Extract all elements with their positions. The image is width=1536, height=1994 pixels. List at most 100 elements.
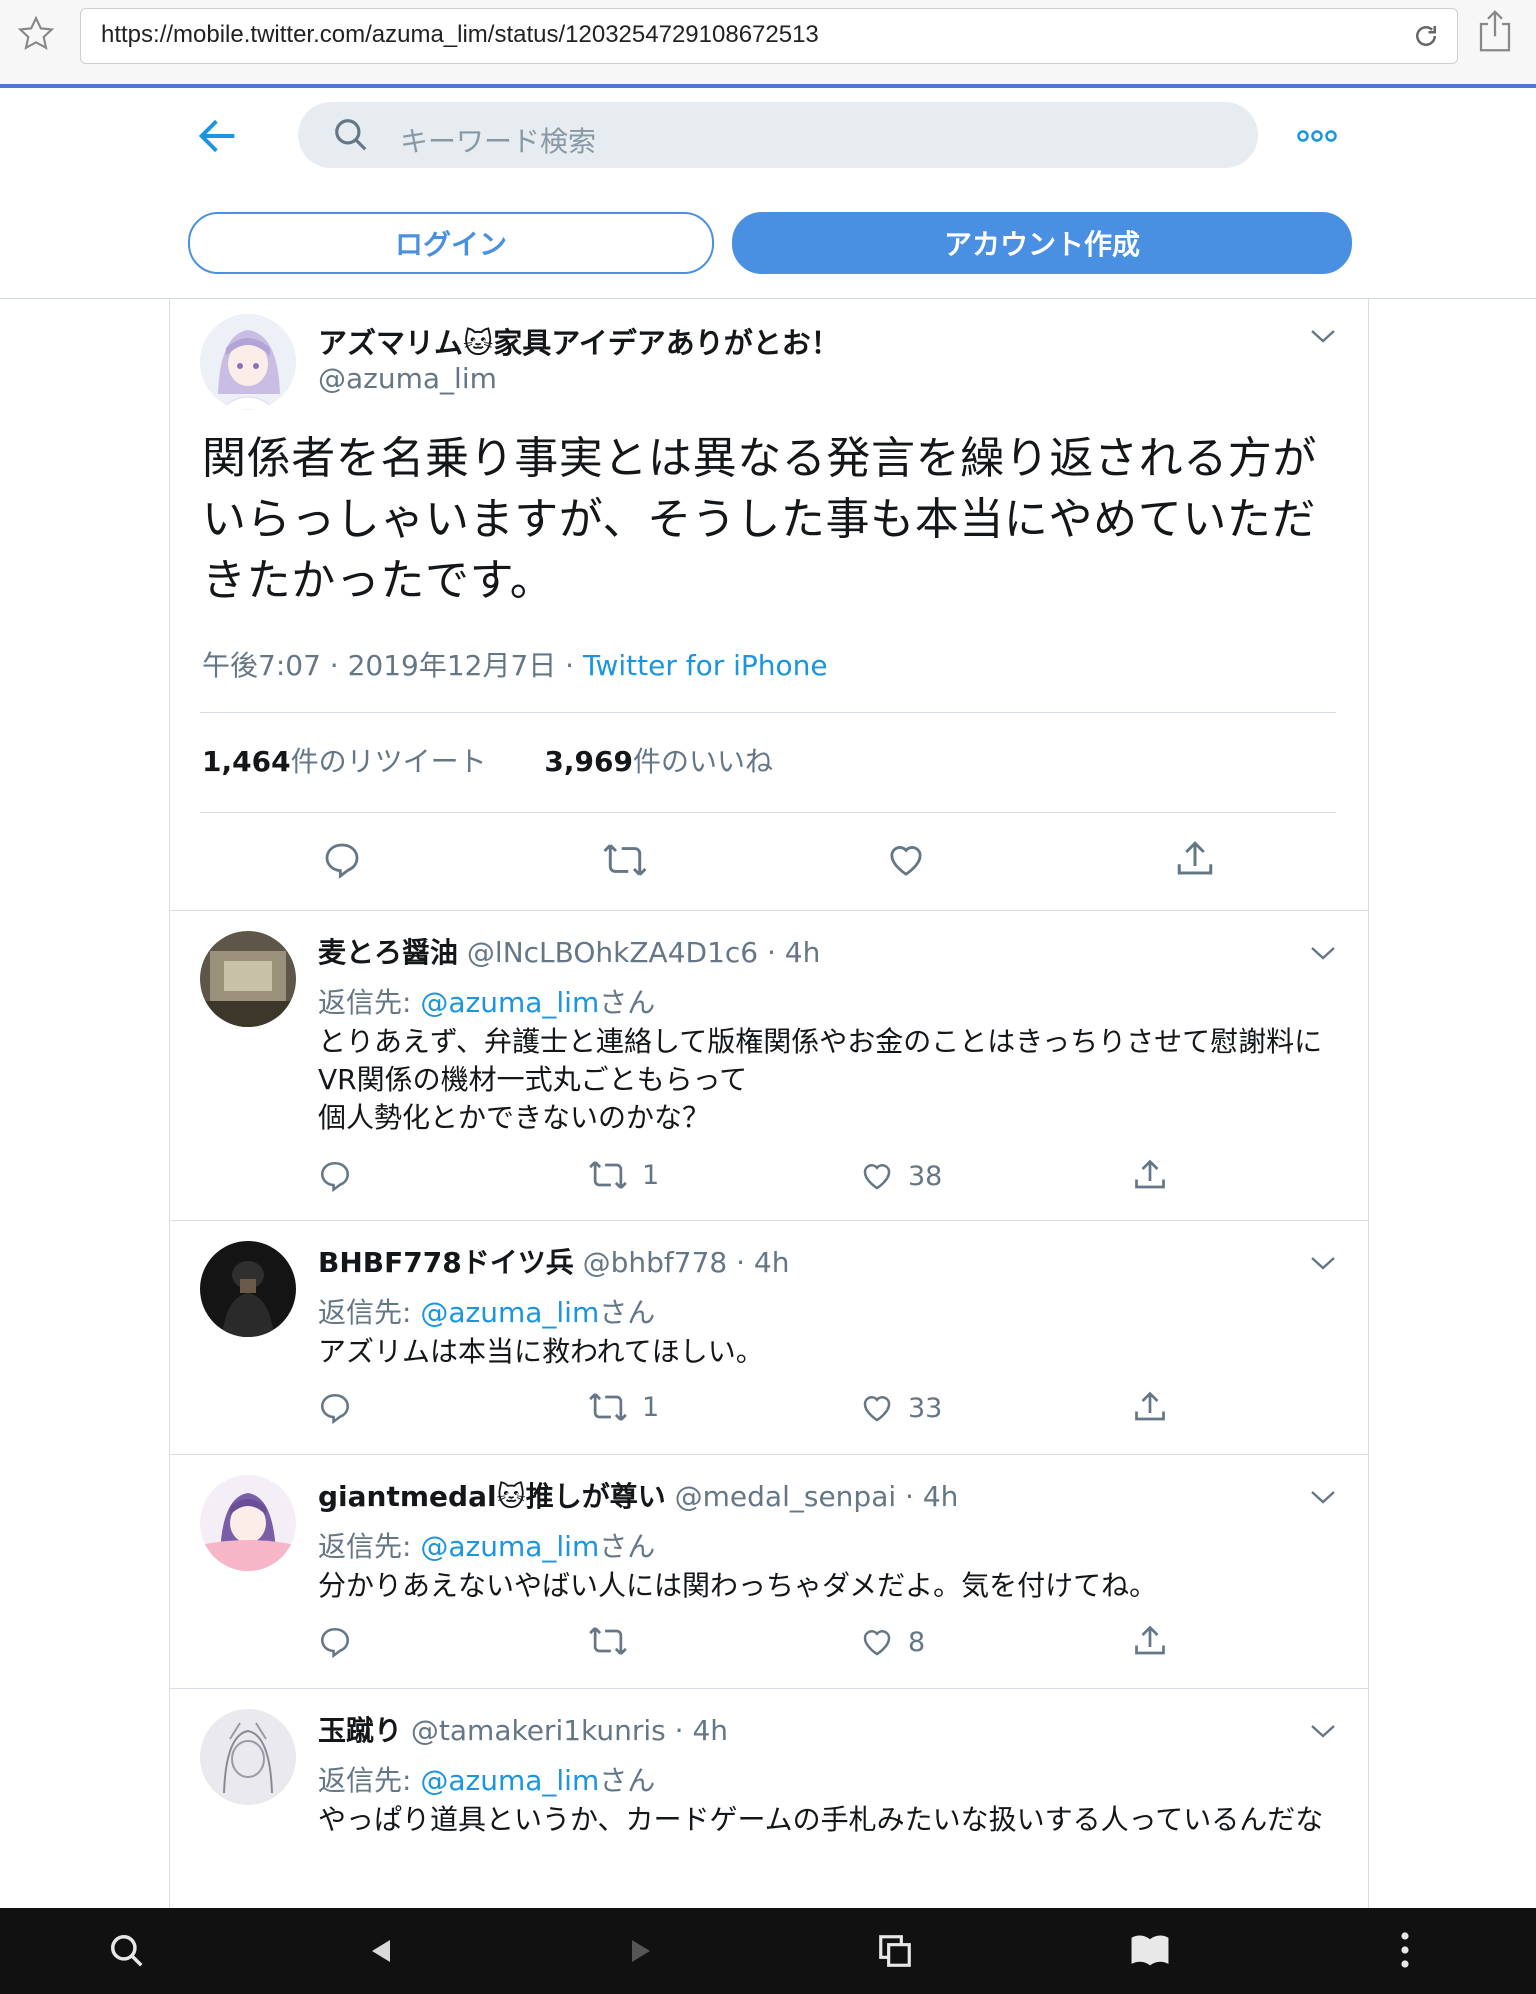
reply-avatar[interactable]: [200, 1241, 296, 1337]
forward-icon[interactable]: [628, 1938, 654, 1964]
browser-bottom-toolbar: [0, 1908, 1536, 1994]
tweet-meta: 午後7:07 · 2019年12月7日 · Twitter for iPhone: [202, 644, 828, 684]
retweet-action[interactable]: [588, 1625, 642, 1657]
retweet-icon: [588, 1159, 628, 1191]
reply-author-name[interactable]: giantmedal🐱推しが尊い: [318, 1480, 666, 1513]
retweet-icon[interactable]: [602, 842, 648, 878]
reply-time[interactable]: · 4h: [758, 936, 820, 969]
retweet-stat[interactable]: 1,464件のリツイート: [202, 745, 487, 778]
retweet-count: 1: [642, 1391, 660, 1423]
address-bar[interactable]: https://mobile.twitter.com/azuma_lim/sta…: [80, 8, 1458, 64]
like-action[interactable]: 8: [860, 1625, 925, 1659]
chevron-down-icon[interactable]: [1310, 1255, 1336, 1271]
back-icon[interactable]: [368, 1938, 394, 1964]
twitter-header: キーワード検索 ログイン アカウント作成: [0, 88, 1536, 299]
tweet-source[interactable]: Twitter for iPhone: [583, 649, 828, 682]
like-action[interactable]: 38: [860, 1159, 942, 1193]
reply-time[interactable]: · 4h: [666, 1714, 728, 1747]
share-tweet-icon[interactable]: [1174, 838, 1216, 880]
like-action[interactable]: 33: [860, 1391, 942, 1425]
divider: [200, 812, 1336, 813]
tweet-timestamp[interactable]: 午後7:07 · 2019年12月7日 ·: [202, 649, 583, 682]
reply-author-handle[interactable]: @tamakeri1kunris: [411, 1714, 666, 1747]
reply-to-suffix: さん: [599, 1296, 656, 1329]
timeline-column: アズマリム🐱家具アイデアありがとお！ @azuma_lim 関係者を名乗り事実と…: [169, 298, 1369, 1908]
tabs-icon[interactable]: [876, 1932, 914, 1970]
search-icon[interactable]: [108, 1932, 146, 1970]
chevron-down-icon[interactable]: [1310, 1489, 1336, 1505]
more-options-icon[interactable]: [1296, 128, 1338, 144]
share-tweet-icon: [1132, 1389, 1168, 1425]
reply-author-handle[interactable]: @medal_senpai: [675, 1480, 896, 1513]
reply-icon[interactable]: [322, 840, 362, 880]
tweet-stats: 1,464件のリツイート 3,969件のいいね: [202, 740, 773, 780]
reply-tweet[interactable]: 玉蹴り @tamakeri1kunris · 4h 返信先: @azuma_li…: [170, 1688, 1368, 1909]
retweet-action[interactable]: 1: [588, 1159, 659, 1191]
like-count: 3,969: [544, 745, 633, 778]
share-icon[interactable]: [1474, 8, 1516, 54]
reply-header: giantmedal🐱推しが尊い @medal_senpai · 4h: [318, 1475, 958, 1515]
reply-to-handle[interactable]: @azuma_lim: [420, 1764, 599, 1797]
reply-author-handle[interactable]: @bhbf778: [583, 1246, 728, 1279]
retweet-action[interactable]: 1: [588, 1391, 659, 1423]
login-button[interactable]: ログイン: [188, 212, 714, 274]
browser-toolbar: https://mobile.twitter.com/azuma_lim/sta…: [0, 0, 1536, 88]
chevron-down-icon[interactable]: [1310, 1723, 1336, 1739]
author-handle[interactable]: @azuma_lim: [318, 362, 497, 395]
reply-to: 返信先: @azuma_limさん: [318, 1525, 655, 1565]
bookmarks-icon[interactable]: [1130, 1932, 1170, 1968]
like-stat[interactable]: 3,969件のいいね: [544, 745, 773, 778]
reply-to-suffix: さん: [599, 1764, 656, 1797]
reply-avatar[interactable]: [200, 1475, 296, 1571]
reply-to-suffix: さん: [599, 986, 656, 1019]
like-icon: [860, 1391, 894, 1425]
reply-to-handle[interactable]: @azuma_lim: [420, 1530, 599, 1563]
retweet-count: 1: [642, 1159, 660, 1191]
reply-time[interactable]: · 4h: [896, 1480, 958, 1513]
share-action[interactable]: [1132, 1157, 1168, 1193]
reply-to: 返信先: @azuma_limさん: [318, 1291, 655, 1331]
back-arrow-icon[interactable]: [198, 118, 238, 154]
retweet-icon: [588, 1625, 628, 1657]
search-placeholder: キーワード検索: [400, 125, 597, 158]
share-action[interactable]: [1132, 1389, 1168, 1425]
reply-action[interactable]: [318, 1159, 352, 1193]
reply-tweet[interactable]: BHBF778ドイツ兵 @bhbf778 · 4h 返信先: @azuma_li…: [170, 1220, 1368, 1455]
share-tweet-icon: [1132, 1623, 1168, 1659]
reply-icon: [318, 1625, 352, 1659]
star-icon[interactable]: [16, 14, 56, 54]
reply-to-label: 返信先:: [318, 986, 421, 1019]
retweet-count: 1,464: [202, 745, 291, 778]
like-label: 件のいいね: [632, 745, 773, 778]
author-avatar[interactable]: [200, 314, 296, 410]
reply-to-handle[interactable]: @azuma_lim: [420, 1296, 599, 1329]
author-name[interactable]: アズマリム🐱家具アイデアありがとお！: [318, 320, 840, 362]
signup-button[interactable]: アカウント作成: [732, 212, 1352, 274]
reply-to-suffix: さん: [599, 1530, 656, 1563]
reply-action[interactable]: [318, 1391, 352, 1425]
chevron-down-icon[interactable]: [1310, 328, 1336, 344]
chevron-down-icon[interactable]: [1310, 945, 1336, 961]
like-count: 33: [908, 1392, 943, 1424]
reply-action[interactable]: [318, 1625, 352, 1659]
share-action[interactable]: [1132, 1623, 1168, 1659]
share-tweet-icon: [1132, 1157, 1168, 1193]
reply-tweet[interactable]: giantmedal🐱推しが尊い @medal_senpai · 4h 返信先:…: [170, 1454, 1368, 1689]
reply-tweet[interactable]: 麦とろ醤油 @lNcLBOhkZA4D1c6 · 4h 返信先: @azuma_…: [170, 910, 1368, 1221]
reply-to-label: 返信先:: [318, 1296, 421, 1329]
reply-time[interactable]: · 4h: [727, 1246, 789, 1279]
like-icon[interactable]: [886, 840, 926, 880]
reply-to-handle[interactable]: @azuma_lim: [420, 986, 599, 1019]
reply-avatar[interactable]: [200, 1709, 296, 1805]
reply-author-name[interactable]: 玉蹴り: [318, 1714, 402, 1747]
search-input[interactable]: キーワード検索: [298, 102, 1258, 168]
reload-icon[interactable]: [1411, 21, 1441, 51]
reply-avatar[interactable]: [200, 931, 296, 1027]
main-tweet: アズマリム🐱家具アイデアありがとお！ @azuma_lim 関係者を名乗り事実と…: [170, 298, 1368, 910]
reply-icon: [318, 1159, 352, 1193]
reply-author-handle[interactable]: @lNcLBOhkZA4D1c6: [467, 936, 758, 969]
more-icon[interactable]: [1398, 1930, 1412, 1970]
reply-author-name[interactable]: BHBF778ドイツ兵: [318, 1246, 574, 1279]
reply-author-name[interactable]: 麦とろ醤油: [318, 936, 458, 969]
reply-header: BHBF778ドイツ兵 @bhbf778 · 4h: [318, 1241, 789, 1281]
